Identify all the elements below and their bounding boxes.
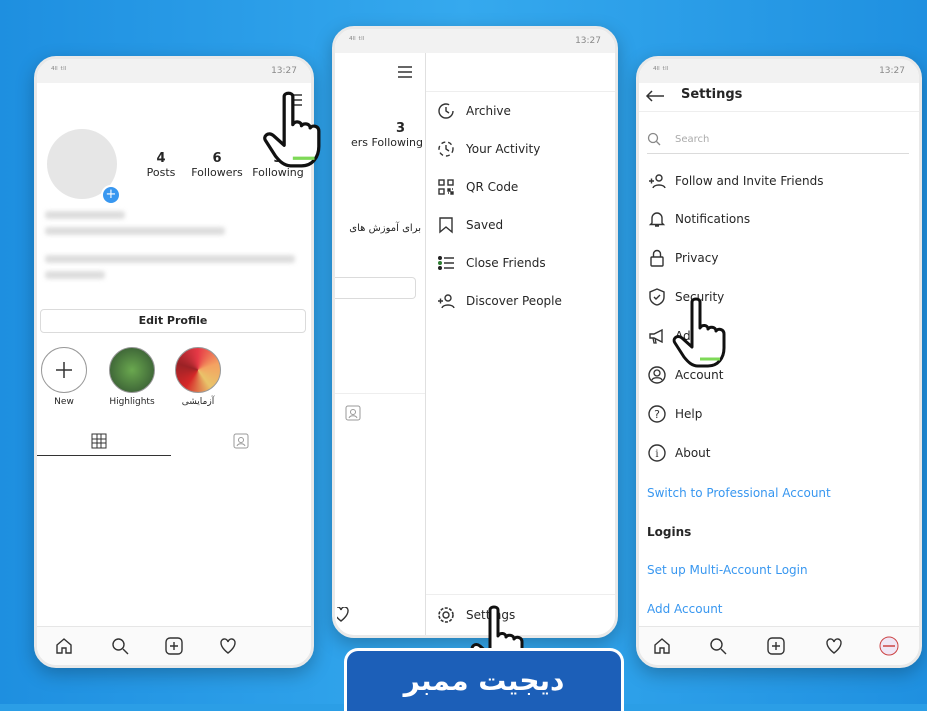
archive-icon	[436, 101, 456, 121]
drawer-header	[426, 53, 615, 92]
menu-item-archive[interactable]: Archive	[436, 101, 511, 121]
edit-profile-button[interactable]: Edit Profile	[40, 309, 306, 333]
add-story-icon[interactable]: +	[101, 185, 121, 205]
menu-item-saved[interactable]: Saved	[436, 215, 503, 235]
divider	[426, 594, 615, 595]
switch-professional-link[interactable]: Switch to Professional Account	[647, 486, 831, 500]
heart-icon[interactable]	[219, 637, 237, 655]
svg-text:?: ?	[654, 408, 660, 421]
bio-blurred	[45, 271, 105, 279]
settings-icon	[436, 605, 456, 625]
activity-icon	[436, 139, 456, 159]
status-time: 13:27	[879, 66, 905, 76]
bio-blurred	[45, 227, 225, 235]
search-icon[interactable]	[709, 637, 727, 655]
svg-text:i: i	[655, 449, 658, 460]
followers-stat[interactable]: 6 Followers	[189, 151, 245, 179]
status-bar: ⁴ˡˡ ᵗˡˡ 13:27	[639, 59, 919, 83]
status-bar: ⁴ˡˡ ᵗˡˡ 13:27	[37, 59, 311, 83]
bookmark-icon	[436, 215, 456, 235]
highlight-thumbnail	[175, 347, 221, 393]
posts-stat[interactable]: 4 Posts	[141, 151, 181, 179]
search-icon[interactable]	[111, 637, 129, 655]
grid-icon[interactable]	[91, 433, 107, 449]
menu-item-your-activity[interactable]: Your Activity	[436, 139, 540, 159]
highlight-item[interactable]: آزمایشی	[173, 347, 223, 407]
home-icon[interactable]	[55, 637, 73, 655]
add-post-icon[interactable]	[767, 637, 785, 655]
megaphone-icon	[647, 326, 667, 346]
status-time: 13:27	[271, 66, 297, 76]
edit-profile-button-partial[interactable]	[335, 277, 416, 299]
add-person-icon	[436, 291, 456, 311]
divider	[639, 111, 919, 112]
add-account-link[interactable]: Add Account	[647, 602, 723, 616]
close-friends-icon	[436, 253, 456, 273]
bell-icon	[647, 209, 667, 229]
status-bar: ⁴ˡˡ ᵗˡˡ 13:27	[335, 29, 615, 53]
help-icon: ?	[647, 404, 667, 424]
info-icon: i	[647, 443, 667, 463]
lock-icon	[647, 248, 667, 268]
search-input[interactable]: Search	[647, 125, 909, 154]
search-placeholder: Search	[675, 133, 710, 145]
menu-item-close-friends[interactable]: Close Friends	[436, 253, 546, 273]
multi-account-login-link[interactable]: Set up Multi-Account Login	[647, 563, 808, 577]
account-icon	[647, 365, 667, 385]
divider	[335, 393, 425, 394]
settings-item-about[interactable]: i About	[647, 443, 710, 463]
highlight-item[interactable]: Highlights	[107, 347, 157, 407]
heart-icon[interactable]	[337, 607, 351, 623]
tagged-icon[interactable]	[345, 405, 361, 421]
tagged-icon[interactable]	[233, 433, 249, 449]
new-highlight[interactable]: New	[41, 347, 87, 407]
settings-item-notifications[interactable]: Notifications	[647, 209, 750, 229]
bottom-nav	[37, 626, 311, 665]
menu-phone: ⁴ˡˡ ᵗˡˡ 13:27 3 ers Following برای آموزش…	[332, 26, 618, 638]
following-stat-partial: 3 ers Following	[350, 121, 423, 149]
logins-heading: Logins	[647, 525, 692, 539]
side-drawer: Archive Your Activity QR Code Saved Clos…	[425, 53, 615, 635]
settings-item-privacy[interactable]: Privacy	[647, 248, 718, 268]
search-icon	[647, 132, 661, 146]
bottom-nav	[639, 626, 919, 665]
bio-blurred	[45, 255, 295, 263]
shield-icon	[647, 287, 667, 307]
back-arrow-icon[interactable]	[645, 89, 665, 103]
plus-icon	[41, 347, 87, 393]
menu-item-discover-people[interactable]: Discover People	[436, 291, 562, 311]
add-person-icon	[647, 171, 667, 191]
status-time: 13:27	[575, 36, 601, 46]
qr-code-icon	[436, 177, 456, 197]
highlight-thumbnail	[109, 347, 155, 393]
page-title: Settings	[681, 87, 743, 102]
bio-partial: برای آموزش های	[349, 223, 421, 234]
menu-item-qr-code[interactable]: QR Code	[436, 177, 518, 197]
settings-item-help[interactable]: ? Help	[647, 404, 702, 424]
brand-logo: دیجیت ممبر	[344, 648, 624, 711]
home-icon[interactable]	[653, 637, 671, 655]
hamburger-menu-icon[interactable]	[397, 65, 413, 79]
pointer-hand-icon	[672, 296, 732, 372]
username-blurred	[45, 211, 125, 219]
settings-item-follow-invite[interactable]: Follow and Invite Friends	[647, 171, 823, 191]
pointer-hand-icon	[262, 90, 328, 172]
heart-icon[interactable]	[825, 637, 843, 655]
add-post-icon[interactable]	[165, 637, 183, 655]
profile-avatar-icon[interactable]	[879, 636, 899, 656]
tab-indicator	[37, 455, 171, 456]
